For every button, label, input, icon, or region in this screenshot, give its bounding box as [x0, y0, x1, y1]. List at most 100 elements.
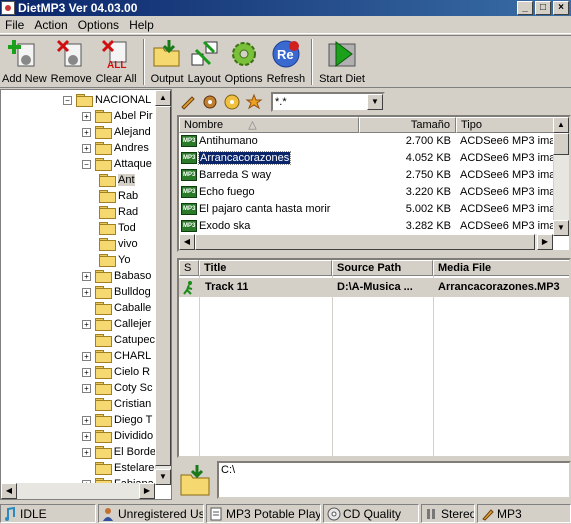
scroll-right-icon[interactable]: ▶: [139, 483, 155, 499]
scroll-thumb[interactable]: [155, 106, 171, 466]
scroll-down-icon[interactable]: ▼: [155, 469, 171, 485]
expand-icon[interactable]: +: [82, 271, 91, 281]
column-header-name[interactable]: Nombre △: [179, 117, 359, 133]
cd-icon[interactable]: [223, 93, 241, 111]
expand-icon[interactable]: +: [82, 319, 91, 329]
tree-item[interactable]: + El Borde: [82, 444, 156, 460]
menu-options[interactable]: Options: [73, 18, 124, 32]
file-list-vertical-scrollbar[interactable]: ▲ ▼: [553, 117, 569, 236]
tree-item[interactable]: Ant: [99, 172, 156, 188]
scroll-left-icon[interactable]: ◀: [1, 483, 17, 499]
tree-item[interactable]: + Bulldog: [82, 284, 156, 300]
tree-item[interactable]: Rab: [99, 188, 156, 204]
status-player: MP3 Potable Player: [206, 504, 321, 523]
tree-item[interactable]: + Callejer: [82, 316, 156, 332]
start-diet-button[interactable]: Start Diet: [317, 36, 367, 87]
layout-button[interactable]: Layout: [186, 36, 223, 87]
expand-icon[interactable]: +: [82, 447, 91, 457]
column-header-type[interactable]: Tipo: [456, 117, 556, 133]
output-path-field[interactable]: C:\: [217, 461, 571, 499]
file-filter-combo[interactable]: *.* ▼: [271, 91, 385, 112]
tree-item[interactable]: Tod: [99, 220, 156, 236]
tree-item[interactable]: Caballe: [82, 300, 156, 316]
tree-item[interactable]: + Dividido: [82, 428, 156, 444]
options-button[interactable]: Options: [223, 36, 265, 87]
expand-icon[interactable]: +: [82, 431, 91, 441]
tree-item[interactable]: Cristian: [82, 396, 156, 412]
expand-icon[interactable]: +: [82, 287, 91, 297]
tree-item-label: CHARL: [114, 350, 152, 362]
star-icon[interactable]: [245, 93, 263, 111]
collapse-icon[interactable]: −: [82, 159, 91, 169]
column-header-source-path[interactable]: Source Path: [332, 260, 433, 276]
column-header-status[interactable]: S: [179, 260, 199, 276]
file-row[interactable]: Arrancacorazones 4.052 KB ACDSee6 MP3 imag: [179, 150, 556, 167]
tree-item[interactable]: + Diego T: [82, 412, 156, 428]
add-new-button[interactable]: Add New: [0, 36, 49, 87]
tree-item[interactable]: + Alejand: [82, 124, 156, 140]
folder-tree[interactable]: − NACIONAL + Abel Pir + Alejand + Andres − Attaqu…: [0, 89, 172, 500]
scroll-up-icon[interactable]: ▲: [553, 117, 569, 133]
maximize-button[interactable]: □: [535, 1, 551, 15]
file-list-horizontal-scrollbar[interactable]: ◀ ▶: [179, 234, 553, 250]
remove-button[interactable]: Remove: [49, 36, 94, 87]
tree-item[interactable]: + Cielo R: [82, 364, 156, 380]
tree-item[interactable]: Estelare: [82, 460, 156, 476]
tree-item[interactable]: − NACIONAL: [63, 92, 156, 108]
close-button[interactable]: ×: [553, 1, 569, 15]
file-row[interactable]: Barreda S way 2.750 KB ACDSee6 MP3 imag: [179, 167, 556, 184]
expand-icon[interactable]: +: [82, 111, 91, 121]
tree-item[interactable]: + Babaso: [82, 268, 156, 284]
output-folder-icon: [151, 38, 183, 70]
collapse-icon[interactable]: −: [63, 95, 72, 105]
tree-item[interactable]: Yo: [99, 252, 156, 268]
tree-item[interactable]: Catupec: [82, 332, 156, 348]
tree-item[interactable]: − Attaque: [82, 156, 156, 172]
scroll-right-icon[interactable]: ▶: [537, 234, 553, 250]
playlist-table[interactable]: S Title Source Path Media File Track 11 …: [177, 258, 571, 458]
file-list[interactable]: Nombre △ Tamaño Tipo Antihumano2.700 KBA…: [177, 115, 571, 252]
minimize-button[interactable]: _: [517, 1, 533, 15]
column-header-size[interactable]: Tamaño: [359, 117, 456, 133]
chevron-down-icon[interactable]: ▼: [367, 93, 383, 110]
file-row[interactable]: Echo fuego 3.220 KB ACDSee6 MP3 imag: [179, 184, 556, 201]
tree-horizontal-scrollbar[interactable]: ◀ ▶: [1, 483, 155, 499]
scroll-up-icon[interactable]: ▲: [155, 90, 171, 106]
menu-file[interactable]: File: [0, 18, 29, 32]
window-controls: _ □ ×: [517, 1, 569, 15]
scroll-down-icon[interactable]: ▼: [553, 220, 569, 236]
tree-item[interactable]: vivo: [99, 236, 156, 252]
column-header-title[interactable]: Title: [199, 260, 332, 276]
pencil-icon[interactable]: [179, 93, 197, 111]
refresh-button[interactable]: Re Refresh: [265, 36, 308, 87]
menu-action[interactable]: Action: [29, 18, 72, 32]
tag-icon[interactable]: [201, 93, 219, 111]
clear-all-button[interactable]: ALL Clear All: [94, 36, 139, 87]
tree-item[interactable]: + CHARL: [82, 348, 156, 364]
tree-item[interactable]: + Abel Pir: [82, 108, 156, 124]
expand-icon[interactable]: +: [82, 415, 91, 425]
output-button[interactable]: Output: [149, 36, 186, 87]
playlist-row[interactable]: Track 11 D:\A-Musica ... Arrancacorazone…: [179, 278, 569, 297]
expand-icon[interactable]: +: [82, 143, 91, 153]
scroll-thumb[interactable]: [195, 234, 535, 250]
folder-icon: [95, 382, 112, 395]
scroll-thumb[interactable]: [553, 133, 569, 155]
file-row[interactable]: El pajaro canta hasta morir 5.002 KB ACDSe…: [179, 201, 556, 218]
file-row[interactable]: Antihumano 2.700 KB ACDSee6 MP3 imag: [179, 133, 556, 150]
expand-icon[interactable]: +: [82, 367, 91, 377]
refresh-label: Refresh: [266, 73, 306, 85]
tree-vertical-scrollbar[interactable]: ▲ ▼: [155, 90, 171, 485]
menu-help[interactable]: Help: [124, 18, 159, 32]
tree-item[interactable]: + Coty Sc: [82, 380, 156, 396]
tree-item[interactable]: + Andres: [82, 140, 156, 156]
folder-icon[interactable]: [177, 461, 213, 499]
file-row[interactable]: Exodo ska 3.282 KB ACDSee6 MP3 imag: [179, 218, 556, 235]
expand-icon[interactable]: +: [82, 383, 91, 393]
mp3-file-icon: [181, 135, 197, 148]
tree-item[interactable]: Rad: [99, 204, 156, 220]
expand-icon[interactable]: +: [82, 127, 91, 137]
column-header-media-file[interactable]: Media File: [433, 260, 569, 276]
scroll-left-icon[interactable]: ◀: [179, 234, 195, 250]
expand-icon[interactable]: +: [82, 351, 91, 361]
